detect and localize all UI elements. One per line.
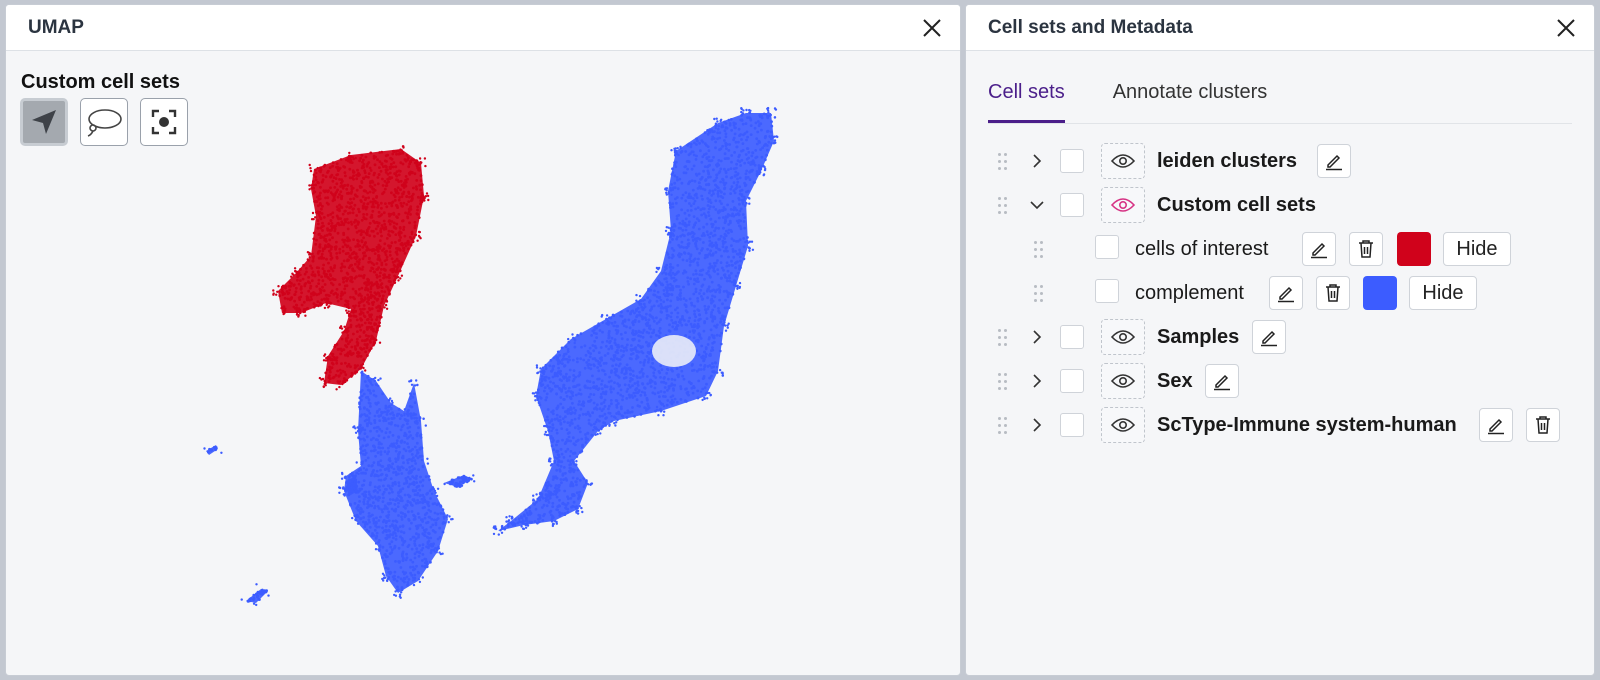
edit-samples-button[interactable] [1252,320,1286,354]
umap-plot-area[interactable]: Custom cell sets [6,51,960,675]
drag-handle-icon[interactable] [998,197,1008,215]
tree-row-custom: Custom cell sets [988,184,1572,228]
leiden-checkbox[interactable] [1060,149,1084,173]
sctype-label: ScType-Immune system-human [1157,414,1457,436]
pencil-icon [1261,330,1277,347]
close-icon [1557,18,1575,37]
pencil-icon [1326,154,1342,171]
tree-row-sctype: ScType-Immune system-human [988,404,1572,448]
eye-icon [1111,418,1135,432]
recenter-icon [151,109,177,135]
close-cellsets-button[interactable] [1552,14,1580,42]
lasso-tool-button[interactable] [80,98,128,146]
chevron-down-icon [1030,201,1044,210]
complement-checkbox[interactable] [1095,279,1119,303]
edit-complement-button[interactable] [1269,276,1303,310]
expand-chevron[interactable] [1028,415,1046,435]
custom-visibility-button[interactable] [1101,187,1145,223]
navigate-arrow-icon [32,110,56,134]
hide-cells-of-interest-button[interactable]: Hide [1443,232,1511,266]
trash-icon [1536,416,1550,434]
drag-handle-icon[interactable] [998,417,1008,435]
umap-panel-header: UMAP [6,5,960,51]
tab-annotate-clusters[interactable]: Annotate clusters [1113,81,1268,123]
close-umap-button[interactable] [918,14,946,42]
eye-icon [1111,154,1135,168]
cells-of-interest-label: cells of interest [1135,238,1269,260]
tree-row-sex: Sex [988,360,1572,404]
tab-cell-sets[interactable]: Cell sets [988,81,1065,123]
sex-visibility-button[interactable] [1101,363,1145,399]
drag-handle-icon[interactable] [998,329,1008,347]
expand-chevron[interactable] [1028,151,1046,171]
sctype-visibility-button[interactable] [1101,407,1145,443]
lasso-icon [87,109,122,137]
chevron-right-icon [1033,154,1042,168]
trash-icon [1359,240,1373,258]
edit-sctype-button[interactable] [1479,408,1513,442]
cellsets-panel-header: Cell sets and Metadata [966,5,1594,51]
eye-icon [1111,374,1135,388]
edit-cells-of-interest-button[interactable] [1302,232,1336,266]
drag-handle-icon[interactable] [1034,241,1044,259]
delete-cells-of-interest-button[interactable] [1349,232,1383,266]
delete-sctype-button[interactable] [1526,408,1560,442]
umap-panel-title: UMAP [28,16,84,38]
complement-color-swatch[interactable] [1363,276,1397,310]
complement-label: complement [1135,282,1244,304]
drag-handle-icon[interactable] [998,373,1008,391]
collapse-chevron[interactable] [1028,195,1046,215]
close-icon [923,18,941,37]
leiden-visibility-button[interactable] [1101,143,1145,179]
sex-label: Sex [1157,370,1193,392]
expand-chevron[interactable] [1028,327,1046,347]
cellsets-panel-title: Cell sets and Metadata [988,16,1193,38]
eye-icon [1111,198,1135,212]
samples-checkbox[interactable] [1060,325,1084,349]
cells-of-interest-points [272,145,430,391]
recenter-tool-button[interactable] [140,98,188,146]
selection-tools [20,98,188,146]
trash-icon [1326,284,1340,302]
drag-handle-icon[interactable] [998,153,1008,171]
pencil-icon [1488,418,1504,435]
tool-label: Custom cell sets [21,71,180,93]
edit-sex-button[interactable] [1205,364,1239,398]
tree-row-samples: Samples [988,316,1572,360]
custom-label: Custom cell sets [1157,194,1316,216]
pencil-icon [1214,374,1230,391]
complement-points [203,106,779,607]
pencil-icon [1311,242,1327,259]
cells-of-interest-color-swatch[interactable] [1397,232,1431,266]
cellsets-panel: Cell sets and Metadata Cell sets Annotat… [965,4,1595,676]
umap-panel: UMAP Custom cell sets [5,4,961,676]
edit-leiden-button[interactable] [1317,144,1351,178]
drag-handle-icon[interactable] [1034,285,1044,303]
cellsets-tabs: Cell sets Annotate clusters [988,81,1572,124]
hide-complement-button[interactable]: Hide [1409,276,1477,310]
custom-checkbox[interactable] [1060,193,1084,217]
leiden-label: leiden clusters [1157,150,1298,172]
delete-complement-button[interactable] [1316,276,1350,310]
tree-row-leiden: leiden clusters [988,140,1572,184]
expand-chevron[interactable] [1028,371,1046,391]
samples-label: Samples [1157,326,1240,348]
chevron-right-icon [1033,374,1042,388]
navigate-tool-button[interactable] [20,98,68,146]
eye-icon [1111,330,1135,344]
chevron-right-icon [1033,330,1042,344]
samples-visibility-button[interactable] [1101,319,1145,355]
cellsets-tree: leiden clusters Custom cell sets cells o… [988,140,1572,448]
tree-row-complement: complement Hide [988,272,1572,316]
sex-checkbox[interactable] [1060,369,1084,393]
pencil-icon [1278,286,1294,303]
sctype-checkbox[interactable] [1060,413,1084,437]
cells-of-interest-checkbox[interactable] [1095,235,1119,259]
tree-row-cells-of-interest: cells of interest Hide [988,228,1572,272]
chevron-right-icon [1033,418,1042,432]
